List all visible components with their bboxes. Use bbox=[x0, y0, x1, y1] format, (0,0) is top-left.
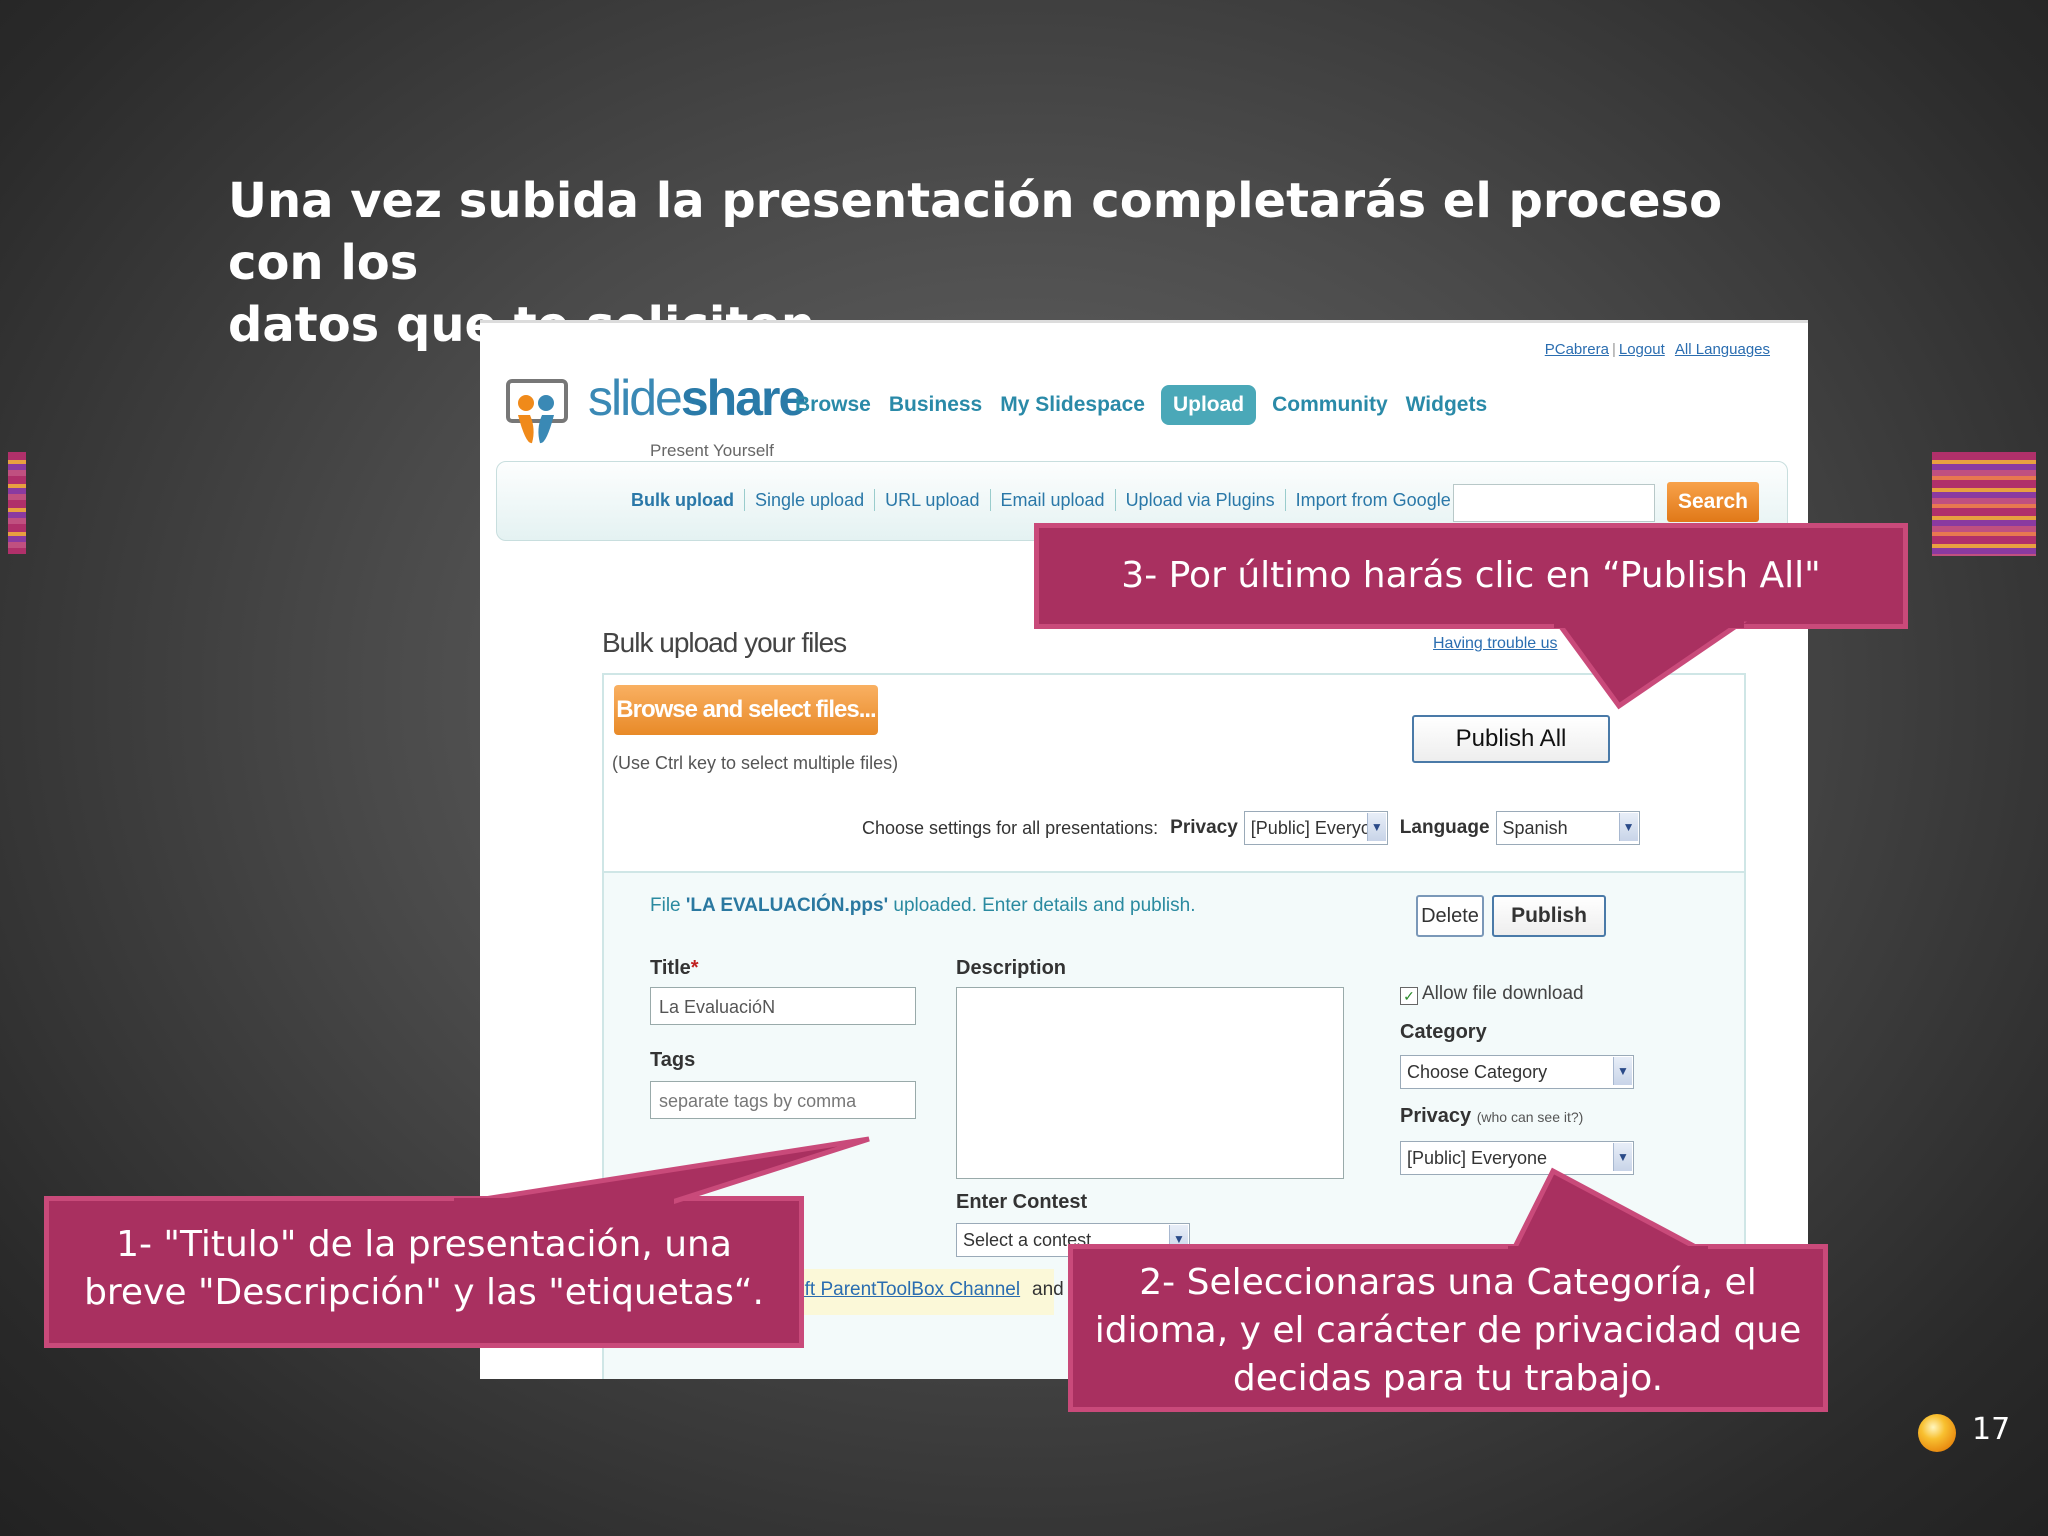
global-privacy-select[interactable]: [Public] Everyo ▼ bbox=[1243, 811, 1388, 845]
contest-label: Enter Contest bbox=[956, 1191, 1088, 1213]
logo-tagline: Present Yourself bbox=[650, 441, 774, 460]
nav-upload[interactable]: Upload bbox=[1160, 385, 1257, 425]
subnav-single-upload[interactable]: Single upload bbox=[755, 490, 864, 511]
required-marker: * bbox=[690, 957, 699, 979]
file-name: 'LA EVALUACIÓN.pps' bbox=[685, 895, 889, 916]
logo-word-slide: slide bbox=[588, 370, 683, 426]
delete-button[interactable]: Delete bbox=[1416, 895, 1484, 937]
callout-step-1-line-1: 1- "Titulo" de la presentación, una bbox=[116, 1224, 732, 1265]
title-label-text: Title bbox=[650, 957, 691, 979]
ctrl-key-hint: (Use Ctrl key to select multiple files) bbox=[612, 753, 899, 773]
privacy-value: [Public] Everyone bbox=[1407, 1148, 1548, 1168]
category-label: Category bbox=[1400, 1021, 1487, 1043]
category-select[interactable]: Choose Category ▼ bbox=[1400, 1055, 1634, 1089]
title-input[interactable]: La EvaluacióN bbox=[650, 987, 916, 1025]
allow-download-label: Allow file download bbox=[1422, 983, 1584, 1004]
chevron-down-icon: ▼ bbox=[1613, 1057, 1632, 1085]
chevron-down-icon: ▼ bbox=[1366, 813, 1386, 841]
file-msg-prefix: File bbox=[650, 895, 686, 916]
decorative-stripes-left bbox=[8, 452, 26, 554]
subnav-bulk-upload[interactable]: Bulk upload bbox=[631, 490, 734, 511]
callout-step-1-line-2: breve "Descripción" y las "etiquetas“. bbox=[84, 1272, 764, 1313]
global-privacy-value: [Public] Everyo bbox=[1250, 818, 1371, 838]
category-value: Choose Category bbox=[1407, 1062, 1548, 1082]
bulk-upload-title: Bulk upload your files bbox=[602, 627, 847, 658]
search-input[interactable] bbox=[1453, 484, 1655, 522]
nav-business[interactable]: Business bbox=[887, 387, 984, 423]
logo-wordmark: slideshare bbox=[588, 369, 806, 427]
and-text: and bbox=[1032, 1279, 1064, 1300]
nav-widgets[interactable]: Widgets bbox=[1404, 387, 1489, 423]
privacy-select[interactable]: [Public] Everyone ▼ bbox=[1400, 1141, 1634, 1175]
file-msg-suffix: uploaded. Enter details and publish. bbox=[888, 895, 1196, 916]
chevron-down-icon: ▼ bbox=[1613, 1143, 1632, 1171]
settings-label: Choose settings for all presentations: bbox=[862, 817, 1159, 838]
slide-page-number: 17 bbox=[1972, 1412, 2011, 1447]
subnav-upload-plugins[interactable]: Upload via Plugins bbox=[1126, 490, 1275, 511]
nav-community[interactable]: Community bbox=[1270, 387, 1390, 423]
user-link-profile[interactable]: PCabrera bbox=[1545, 341, 1609, 358]
callout-step-1: 1- "Titulo" de la presentación, una brev… bbox=[44, 1136, 870, 1348]
heading-line-1: Una vez subida la presentación completar… bbox=[228, 173, 1723, 291]
global-privacy-label: Privacy bbox=[1170, 817, 1238, 838]
allow-download-checkbox[interactable]: ✓ bbox=[1400, 987, 1418, 1005]
tags-label: Tags bbox=[650, 1049, 696, 1071]
privacy-label-text: Privacy bbox=[1400, 1105, 1472, 1127]
user-links: PCabrera | Logout All Languages bbox=[1544, 341, 1770, 358]
orb-bullet-icon bbox=[1918, 1414, 1956, 1452]
file-uploaded-message: File 'LA EVALUACIÓN.pps' uploaded. Enter… bbox=[650, 895, 1196, 917]
user-link-languages[interactable]: All Languages bbox=[1675, 341, 1770, 358]
publish-button[interactable]: Publish bbox=[1492, 895, 1606, 937]
parent-toolbox-link[interactable]: osoft ParentToolBox Channel bbox=[774, 1279, 1020, 1301]
main-nav: Browse Business My Slidespace Upload Com… bbox=[793, 385, 1489, 425]
global-language-label: Language bbox=[1399, 817, 1490, 838]
publish-all-button[interactable]: Publish All bbox=[1412, 715, 1610, 763]
callout-step-2-line-1: 2- Seleccionaras una Categoría, el bbox=[1139, 1262, 1757, 1303]
browse-files-button[interactable]: Browse and select files... bbox=[614, 685, 878, 735]
search-button[interactable]: Search bbox=[1667, 482, 1759, 522]
bulk-upload-panel: Browse and select files... (Use Ctrl key… bbox=[602, 673, 1746, 873]
tags-input[interactable]: separate tags by comma bbox=[650, 1081, 916, 1119]
decorative-stripes-right bbox=[1932, 452, 2036, 556]
having-trouble-link[interactable]: Having trouble us bbox=[1433, 635, 1558, 653]
global-settings: Choose settings for all presentations: P… bbox=[862, 811, 1640, 845]
slideshare-logo-icon bbox=[506, 379, 568, 444]
chevron-down-icon: ▼ bbox=[1618, 813, 1638, 841]
nav-my-slidespace[interactable]: My Slidespace bbox=[998, 387, 1147, 423]
title-label: Title* bbox=[650, 957, 699, 980]
slideshare-logo[interactable]: slideshare Present Yourself bbox=[500, 353, 806, 460]
subnav-email-upload[interactable]: Email upload bbox=[1001, 490, 1105, 511]
global-language-value: Spanish bbox=[1502, 818, 1568, 838]
callout-step-3: 3- Por último harás clic en “Publish All… bbox=[1034, 523, 1908, 710]
logo-word-share: share bbox=[680, 370, 806, 426]
description-textarea[interactable] bbox=[956, 987, 1344, 1179]
privacy-label: Privacy (who can see it?) bbox=[1400, 1105, 1583, 1128]
user-link-logout[interactable]: Logout bbox=[1619, 341, 1665, 358]
callout-step-2: 2- Seleccionaras una Categoría, el idiom… bbox=[1068, 1167, 1828, 1412]
subnav-url-upload[interactable]: URL upload bbox=[885, 490, 979, 511]
privacy-note: (who can see it?) bbox=[1476, 1109, 1584, 1125]
callout-step-3-text: 3- Por último harás clic en “Publish All… bbox=[1121, 555, 1821, 596]
callout-step-2-line-2: idioma, y el carácter de privacidad que bbox=[1094, 1310, 1802, 1351]
global-language-select[interactable]: Spanish ▼ bbox=[1495, 811, 1640, 845]
nav-browse[interactable]: Browse bbox=[793, 387, 873, 423]
description-label: Description bbox=[956, 957, 1067, 979]
callout-step-2-line-3: decidas para tu trabajo. bbox=[1232, 1358, 1664, 1399]
